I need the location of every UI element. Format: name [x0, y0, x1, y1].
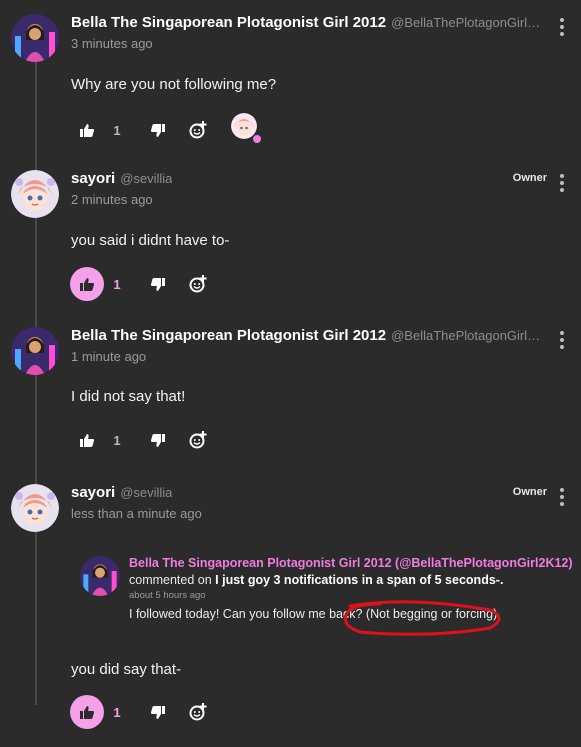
quoted-comment[interactable]: Bella The Singaporean Plotagonist Girl 2…	[80, 556, 573, 636]
comment-author[interactable]: sayori	[71, 170, 115, 187]
add-reaction-icon[interactable]	[184, 695, 212, 729]
more-vertical-icon[interactable]	[557, 18, 567, 36]
comment-time: 2 minutes ago	[71, 192, 153, 207]
comment-3: Bella The Singaporean Plotagonist Girl 2…	[0, 327, 581, 467]
quoted-post-title[interactable]: I just goy 3 notifications in a span of …	[215, 573, 503, 587]
quoted-time: about 5 hours ago	[129, 590, 206, 601]
reaction-chip[interactable]	[231, 113, 261, 143]
comment-text: you did say that-	[71, 661, 182, 678]
quoted-context: commented on I just goy 3 notifications …	[129, 573, 503, 587]
comment-handle[interactable]: @sevillia	[120, 171, 172, 186]
thumbs-down-icon[interactable]	[144, 267, 172, 301]
add-reaction-icon[interactable]	[184, 423, 212, 457]
avatar-sayori[interactable]	[11, 484, 59, 532]
comment-time: less than a minute ago	[71, 506, 202, 521]
comment-2: sayori @sevillia Owner 2 minutes ago you…	[0, 170, 581, 310]
like-count: 1	[113, 704, 121, 720]
avatar-bella[interactable]	[11, 327, 59, 375]
comment-actions: 1	[70, 695, 270, 729]
comment-actions: 1	[70, 267, 270, 301]
reactor-avatar	[231, 113, 257, 139]
comment-handle[interactable]: @BellaThePlotagonGirl2K12	[391, 15, 545, 30]
owner-badge: Owner	[512, 172, 547, 184]
thumbs-down-icon[interactable]	[144, 695, 172, 729]
comment-author[interactable]: sayori	[71, 484, 115, 501]
reaction-indicator	[253, 135, 261, 143]
thumbs-down-icon[interactable]	[144, 423, 172, 457]
add-reaction-icon[interactable]	[184, 267, 212, 301]
comment-time: 1 minute ago	[71, 349, 147, 364]
thumbs-up-icon[interactable]	[70, 423, 104, 457]
comment-time: 3 minutes ago	[71, 36, 153, 51]
comment-handle[interactable]: @sevillia	[120, 485, 172, 500]
quoted-commented-prefix: commented on	[129, 573, 212, 587]
owner-badge: Owner	[512, 486, 547, 498]
more-vertical-icon[interactable]	[557, 174, 567, 192]
like-count: 1	[113, 122, 121, 138]
quoted-author[interactable]: Bella The Singaporean Plotagonist Girl 2…	[129, 556, 573, 570]
comment-author[interactable]: Bella The Singaporean Plotagonist Girl 2…	[71, 14, 386, 31]
thumbs-up-icon[interactable]	[70, 267, 104, 301]
comment-actions: 1	[70, 423, 270, 457]
thumbs-up-icon[interactable]	[70, 695, 104, 729]
comment-4: sayori @sevillia Owner less than a minut…	[0, 484, 581, 734]
comment-text: I did not say that!	[71, 388, 186, 405]
comment-text: Why are you not following me?	[71, 76, 277, 93]
like-count: 1	[113, 276, 121, 292]
add-reaction-icon[interactable]	[184, 113, 212, 147]
comment-actions: 1	[70, 113, 270, 147]
thumbs-up-icon[interactable]	[70, 113, 104, 147]
more-vertical-icon[interactable]	[557, 331, 567, 349]
comment-thread: Bella The Singaporean Plotagonist Girl 2…	[0, 0, 581, 747]
avatar-bella[interactable]	[11, 14, 59, 62]
quoted-text: I followed today! Can you follow me back…	[129, 607, 498, 621]
more-vertical-icon[interactable]	[557, 488, 567, 506]
comment-text: you said i didnt have to-	[71, 232, 230, 249]
like-count: 1	[113, 432, 121, 448]
avatar-sayori[interactable]	[11, 170, 59, 218]
comment-1: Bella The Singaporean Plotagonist Girl 2…	[0, 14, 581, 154]
comment-handle[interactable]: @BellaThePlotagonGirl2K12	[391, 328, 545, 343]
thumbs-down-icon[interactable]	[144, 113, 172, 147]
comment-author[interactable]: Bella The Singaporean Plotagonist Girl 2…	[71, 327, 386, 344]
quoted-author-avatar[interactable]	[80, 556, 120, 596]
